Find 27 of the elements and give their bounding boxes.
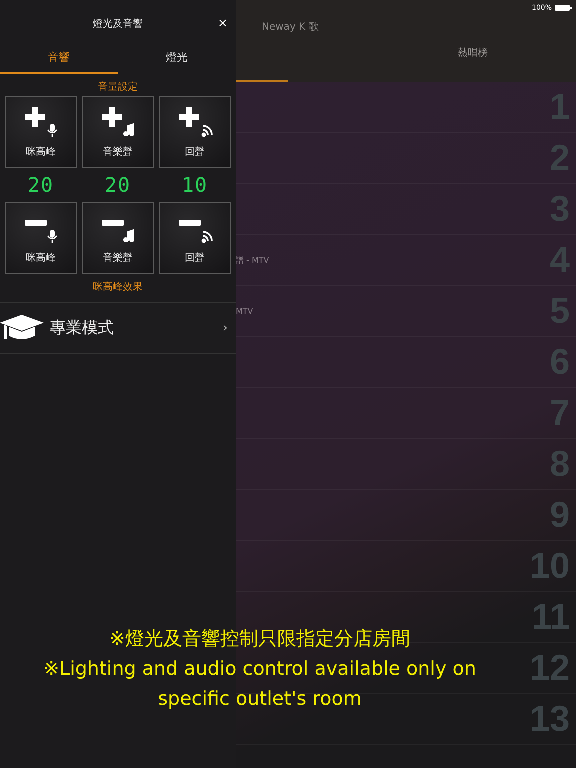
caption-text: ※燈光及音響控制只限指定分店房間: [110, 627, 410, 652]
drawer-title: 燈光及音響: [93, 18, 143, 31]
volume-up-button[interactable]: 音樂聲: [82, 96, 154, 168]
plus-music-note-icon: [100, 105, 136, 137]
menu-item[interactable]: 專業模式 ›: [0, 302, 236, 354]
volume-reading: 20: [26, 173, 56, 197]
volume-up-button[interactable]: 回聲: [159, 96, 231, 168]
volume-down-button[interactable]: 咪高峰: [5, 202, 77, 274]
battery-icon: [555, 4, 572, 10]
song-title: 譜 - MTV: [236, 254, 270, 266]
section-heading: 咪高峰效果: [93, 280, 143, 294]
volume-reading: 10: [180, 173, 210, 197]
drawer-tab[interactable]: 音響: [0, 48, 118, 74]
chart-tab[interactable]: 熱唱榜: [458, 46, 488, 68]
plus-microphone-icon: [23, 105, 59, 137]
volume-down-button[interactable]: 回聲: [159, 202, 231, 274]
caption-text: specific outlet's room: [158, 687, 362, 712]
close-button[interactable]: ×: [218, 16, 228, 30]
song-title: MTV: [236, 306, 254, 316]
app-title: Neway K 歌: [262, 21, 320, 34]
drawer-tab[interactable]: 燈光: [118, 48, 236, 74]
volume-reading: 20: [104, 173, 132, 197]
section-heading: 音量設定: [98, 80, 138, 94]
caption-text: ※Lighting and audio control available only on: [44, 657, 476, 682]
volume-up-button[interactable]: 咪高峰: [5, 96, 77, 168]
volume-down-button[interactable]: 音樂聲: [82, 202, 154, 274]
plus-signal-icon: [177, 105, 213, 137]
